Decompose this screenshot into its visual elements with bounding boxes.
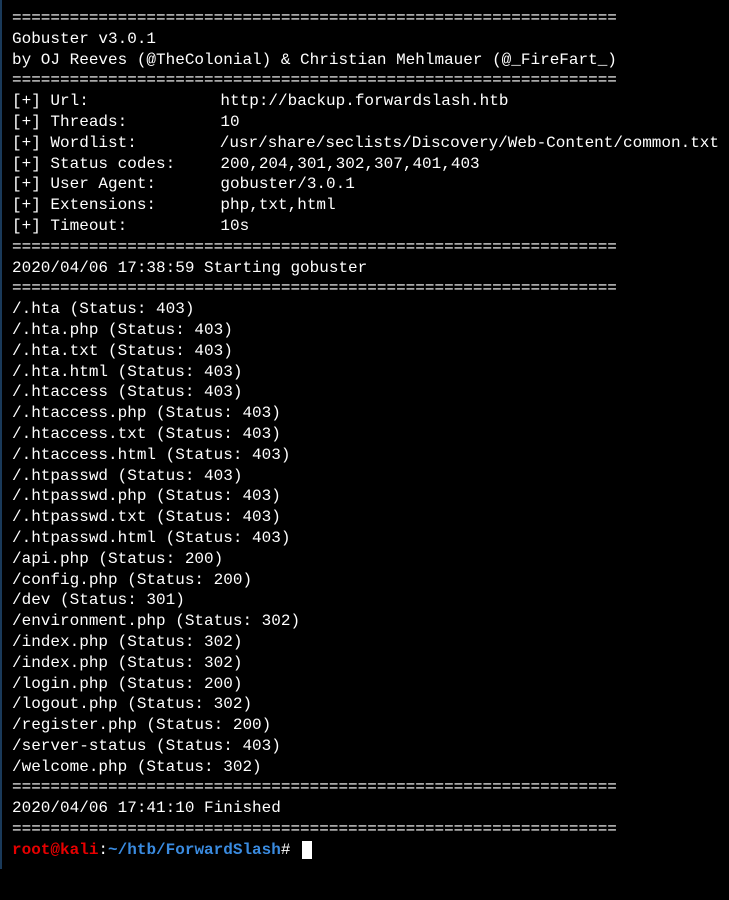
result-line: /server-status (Status: 403) — [12, 736, 719, 757]
config-line: [+] Extensions:php,txt,html — [12, 195, 719, 216]
config-line: [+] Status codes:200,204,301,302,307,401… — [12, 154, 719, 175]
config-value: 10 — [220, 112, 239, 133]
config-line: [+] User Agent:gobuster/3.0.1 — [12, 174, 719, 195]
result-line: /logout.php (Status: 302) — [12, 694, 719, 715]
result-line: /index.php (Status: 302) — [12, 653, 719, 674]
config-value: gobuster/3.0.1 — [220, 174, 354, 195]
config-label: User Agent: — [50, 174, 220, 195]
config-value: 10s — [220, 216, 249, 237]
config-value: php,txt,html — [220, 195, 335, 216]
prompt-hash: # — [281, 841, 300, 859]
prompt-colon: : — [98, 841, 108, 859]
gobuster-title: Gobuster v3.0.1 — [12, 29, 719, 50]
config-prefix: [+] — [12, 112, 50, 133]
gobuster-byline: by OJ Reeves (@TheColonial) & Christian … — [12, 50, 719, 71]
separator-after-start: ========================================… — [12, 278, 719, 299]
config-line: [+] Threads:10 — [12, 112, 719, 133]
result-line: /config.php (Status: 200) — [12, 570, 719, 591]
config-line: [+] Timeout:10s — [12, 216, 719, 237]
separator-bottom: ========================================… — [12, 819, 719, 840]
config-label: Extensions: — [50, 195, 220, 216]
config-value: http://backup.forwardslash.htb — [220, 91, 508, 112]
prompt-user: root — [12, 841, 50, 859]
config-prefix: [+] — [12, 154, 50, 175]
result-line: /register.php (Status: 200) — [12, 715, 719, 736]
config-block: [+] Url:http://backup.forwardslash.htb[+… — [12, 91, 719, 237]
config-label: Wordlist: — [50, 133, 219, 154]
separator-top: ========================================… — [12, 8, 719, 29]
separator-after-header: ========================================… — [12, 70, 719, 91]
result-line: /index.php (Status: 302) — [12, 632, 719, 653]
result-line: /.htpasswd (Status: 403) — [12, 466, 719, 487]
result-line: /environment.php (Status: 302) — [12, 611, 719, 632]
result-line: /.htaccess (Status: 403) — [12, 382, 719, 403]
separator-after-config: ========================================… — [12, 237, 719, 258]
shell-prompt[interactable]: root@kali:~/htb/ForwardSlash# — [12, 840, 719, 861]
result-line: /.hta.txt (Status: 403) — [12, 341, 719, 362]
config-line: [+] Wordlist:/usr/share/seclists/Discove… — [12, 133, 719, 154]
result-line: /.htpasswd.php (Status: 403) — [12, 486, 719, 507]
result-line: /.htpasswd.html (Status: 403) — [12, 528, 719, 549]
config-label: Status codes: — [50, 154, 220, 175]
finished-line: 2020/04/06 17:41:10 Finished — [12, 798, 719, 819]
result-line: /.hta.php (Status: 403) — [12, 320, 719, 341]
cursor — [302, 841, 312, 859]
config-label: Url: — [50, 91, 220, 112]
result-line: /.hta (Status: 403) — [12, 299, 719, 320]
result-line: /.htpasswd.txt (Status: 403) — [12, 507, 719, 528]
config-prefix: [+] — [12, 216, 50, 237]
prompt-path: ~/htb/ForwardSlash — [108, 841, 281, 859]
result-line: /welcome.php (Status: 302) — [12, 757, 719, 778]
starting-line: 2020/04/06 17:38:59 Starting gobuster — [12, 258, 719, 279]
separator-after-results: ========================================… — [12, 777, 719, 798]
result-line: /.htaccess.html (Status: 403) — [12, 445, 719, 466]
prompt-at: @ — [50, 841, 60, 859]
config-prefix: [+] — [12, 174, 50, 195]
result-line: /login.php (Status: 200) — [12, 674, 719, 695]
result-line: /.hta.html (Status: 403) — [12, 362, 719, 383]
results-block: /.hta (Status: 403)/.hta.php (Status: 40… — [12, 299, 719, 777]
prompt-host: kali — [60, 841, 98, 859]
result-line: /dev (Status: 301) — [12, 590, 719, 611]
config-value: 200,204,301,302,307,401,403 — [220, 154, 479, 175]
result-line: /.htaccess.txt (Status: 403) — [12, 424, 719, 445]
config-label: Timeout: — [50, 216, 220, 237]
config-line: [+] Url:http://backup.forwardslash.htb — [12, 91, 719, 112]
config-prefix: [+] — [12, 195, 50, 216]
config-prefix: [+] — [12, 91, 50, 112]
config-value: /usr/share/seclists/Discovery/Web-Conten… — [220, 133, 719, 154]
config-label: Threads: — [50, 112, 220, 133]
result-line: /api.php (Status: 200) — [12, 549, 719, 570]
result-line: /.htaccess.php (Status: 403) — [12, 403, 719, 424]
config-prefix: [+] — [12, 133, 50, 154]
